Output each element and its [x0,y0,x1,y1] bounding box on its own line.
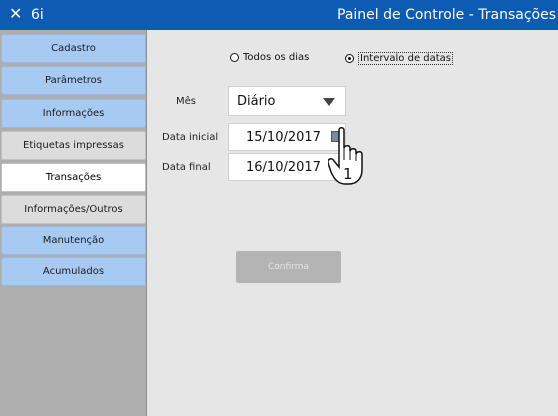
end-date-label: Data final [162,162,211,173]
sidebar-item-etiquetas-impressas[interactable]: Etiquetas impressas [1,131,146,160]
sidebar-item-parametros[interactable]: Parâmetros [1,66,146,95]
radio-all-days-indicator[interactable] [230,53,239,62]
window-title: Painel de Controle - Transações [337,7,556,23]
confirm-button[interactable]: Confirma [236,251,341,283]
month-select[interactable]: Diário [228,86,346,116]
end-date-value: 16/10/2017 [246,160,321,175]
content-panel [147,30,558,416]
month-label: Mês [176,96,196,107]
sidebar: Cadastro Parâmetros Informações Etiqueta… [0,30,147,416]
cursor-badge: 1 [343,165,353,183]
sidebar-item-transacoes[interactable]: Transações [1,163,146,192]
start-date-label: Data inicial [162,132,219,143]
sidebar-item-informacoes-outros[interactable]: Informações/Outros [1,195,146,224]
start-date-value: 15/10/2017 [246,130,321,145]
app-window: ✕ 6i Painel de Controle - Transações Cad… [0,0,558,416]
chevron-down-icon[interactable] [323,98,335,106]
month-select-value: Diário [237,94,276,109]
sidebar-item-manutencao[interactable]: Manutenção [1,226,146,255]
hand-pointer-icon: 1 [328,127,363,185]
sidebar-item-informacoes[interactable]: Informações [1,99,146,128]
radio-all-days-label: Todos os dias [243,52,310,63]
title-bar: ✕ 6i Painel de Controle - Transações [0,0,558,30]
radio-all-days[interactable]: Todos os dias [230,52,309,63]
radio-date-range[interactable]: Intervalo de datas [345,52,454,65]
close-icon[interactable]: ✕ [9,5,22,23]
sidebar-item-acumulados[interactable]: Acumulados [1,257,146,286]
sidebar-item-cadastro[interactable]: Cadastro [1,34,146,63]
radio-date-range-label: Intervalo de datas [358,52,454,65]
radio-date-range-indicator[interactable] [345,54,354,63]
app-name: 6i [31,7,44,23]
